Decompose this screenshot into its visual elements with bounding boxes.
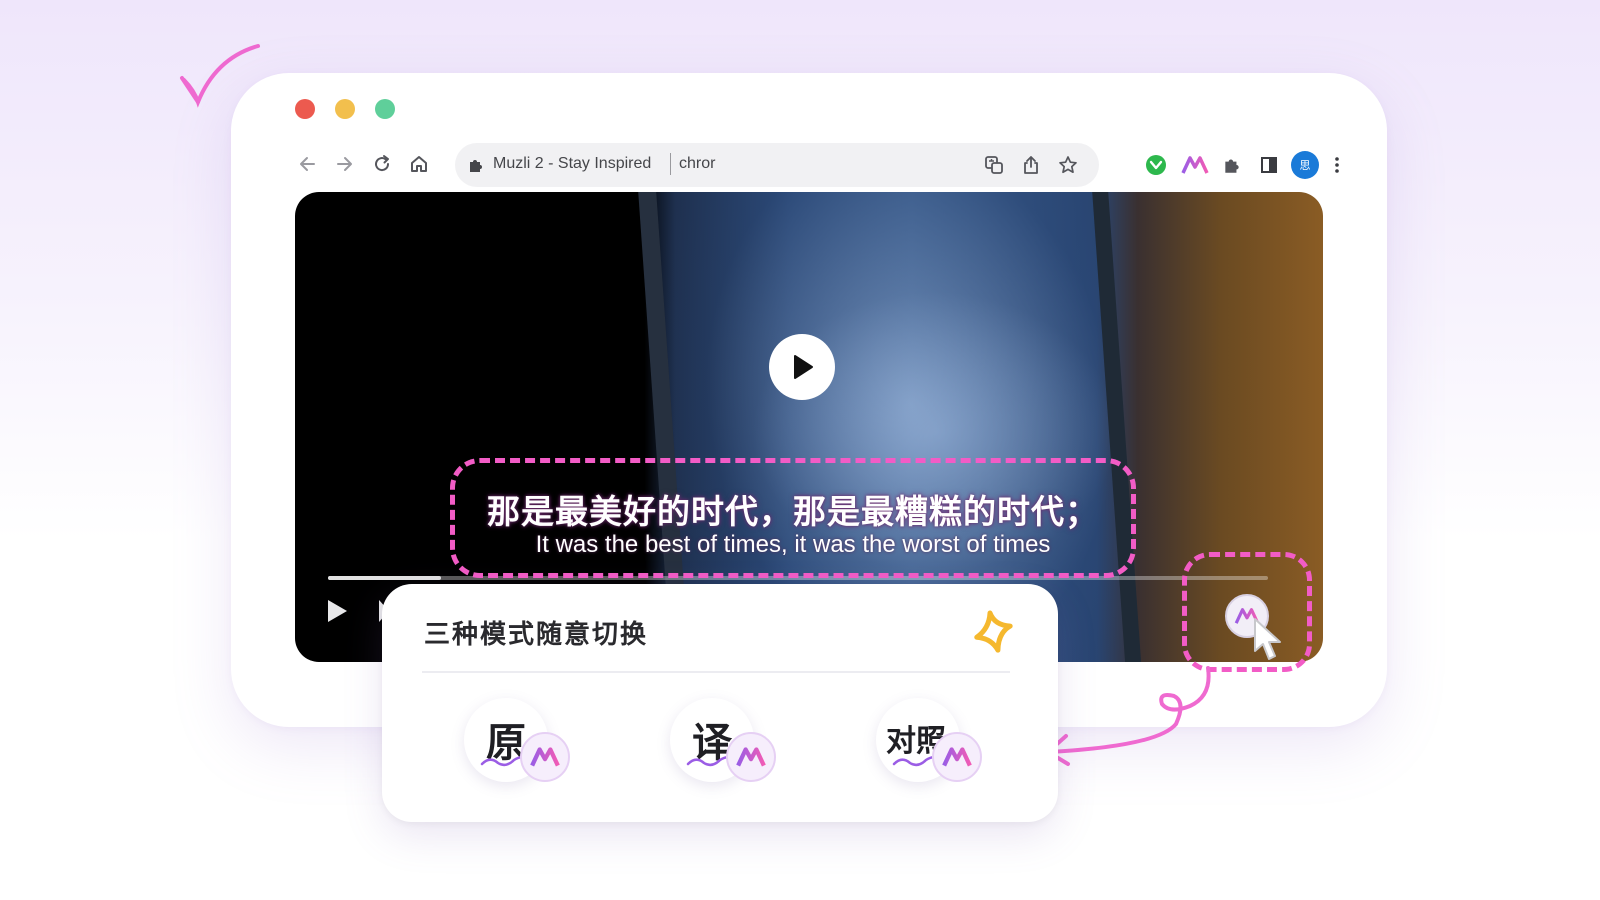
puzzle-icon (470, 160, 482, 172)
arrow-right-icon[interactable] (331, 151, 357, 177)
star-icon[interactable] (1055, 152, 1081, 178)
arrow-left-icon[interactable] (295, 151, 321, 177)
subtitle-highlight-box: 那是最美好的时代，那是最糟糕的时代； It was the best of ti… (450, 458, 1136, 578)
ai-badge-icon (726, 732, 776, 782)
reload-icon[interactable] (369, 151, 395, 177)
subtitle-chinese: 那是最美好的时代，那是最糟糕的时代； (487, 492, 1099, 531)
address-separator (670, 153, 671, 175)
address-bar[interactable]: Muzli 2 - Stay Inspired chror (455, 143, 1099, 187)
window-minimize-dot[interactable] (335, 99, 355, 119)
mode-original-button[interactable]: 原 (464, 694, 584, 794)
card-title: 三种模式随意切换 (424, 620, 649, 650)
card-divider (422, 671, 1010, 673)
cursor-icon (1254, 618, 1281, 660)
profile-avatar[interactable]: 思 (1291, 151, 1319, 179)
play-icon (794, 355, 813, 379)
play-control-button[interactable] (325, 598, 349, 628)
sidepanel-icon[interactable] (1256, 152, 1282, 178)
window-maximize-dot[interactable] (375, 99, 395, 119)
ai-badge-icon (932, 732, 982, 782)
ai-badge-icon (520, 732, 570, 782)
puzzle-icon[interactable] (1219, 152, 1245, 178)
curly-arrow-icon (1046, 666, 1211, 766)
kebab-menu-icon[interactable] (1329, 152, 1345, 178)
mode-bilingual-button[interactable]: 对照 (876, 694, 996, 794)
page-title: Muzli 2 - Stay Inspired (493, 155, 652, 172)
mode-translation-button[interactable]: 译 (670, 694, 790, 794)
browser-toolbar: Muzli 2 - Stay Inspired chror 思 (295, 143, 1339, 187)
url-text: chror (679, 155, 716, 172)
translate-icon[interactable] (981, 152, 1007, 178)
progress-fill (328, 576, 441, 580)
home-icon[interactable] (406, 151, 432, 177)
sparkle-icon (974, 610, 1013, 653)
ai-extension-icon[interactable] (1179, 152, 1211, 178)
share-icon[interactable] (1018, 152, 1044, 178)
subtitle-english: It was the best of times, it was the wor… (535, 531, 1051, 558)
window-close-dot[interactable] (295, 99, 315, 119)
play-button[interactable] (769, 334, 835, 400)
ai-button-highlight-box (1182, 552, 1312, 672)
mode-switch-card: 三种模式随意切换 原 译 对照 (382, 584, 1058, 822)
green-extension-icon[interactable] (1143, 152, 1169, 178)
